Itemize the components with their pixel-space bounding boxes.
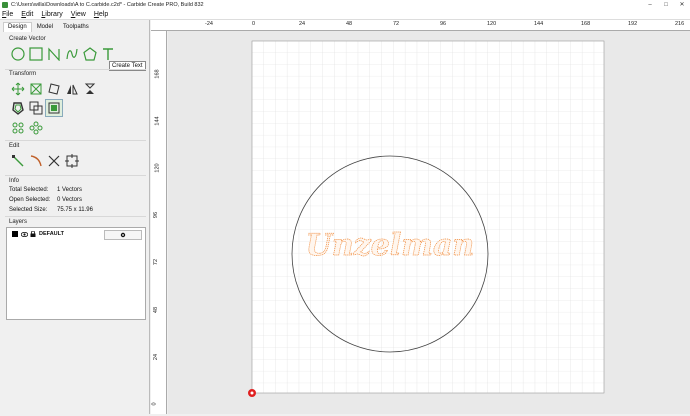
polyline-icon[interactable] [45,45,63,63]
app-logo-icon [2,1,8,8]
selected-size-label: Selected Size: [9,207,48,213]
total-selected-label: Total Selected: [9,187,49,193]
info-panel: Total Selected: 1 Vectors Open Selected:… [9,185,93,215]
grid [251,40,605,394]
ruler-tick-label: 96 [440,21,447,27]
ruler-tick-label: 72 [393,21,400,27]
menu-bar: File Edit Library View Help [0,9,690,20]
ruler-tick-label: 24 [299,21,306,27]
ruler-tick-label: 144 [534,21,544,27]
minimize-icon[interactable]: – [642,0,658,9]
ruler-tick-label: 144 [154,116,161,126]
align-icon[interactable] [45,99,63,117]
ruler-tick-label: 120 [154,163,161,173]
info-row: Open Selected: 0 Vectors [9,195,93,205]
layers-list: DEFAULT [6,227,146,320]
lock-icon[interactable] [30,231,36,237]
offset-icon[interactable] [9,99,27,117]
move-icon[interactable] [9,80,27,98]
ruler-tick-label: 0 [252,21,256,27]
window-title: C:\Users\willa\Downloads\A to C.carbide.… [11,1,204,8]
ruler-tick-label: 120 [487,21,497,27]
ruler-tick-label: -24 [205,21,213,27]
tab-model[interactable]: Model [32,22,58,32]
polygon-icon[interactable] [81,45,99,63]
boolean-icon[interactable] [27,99,45,117]
ruler-tick-label: 72 [153,259,160,266]
info-heading: Info [9,178,20,184]
panel-tabs: Design Model Toolpaths [0,22,149,33]
transform-toolbar-row-1 [9,80,99,98]
ruler-tick-label: 192 [628,21,638,27]
curve-icon[interactable] [63,45,81,63]
flip-icon[interactable] [81,80,99,98]
menu-view[interactable]: View [71,11,86,18]
divider [5,69,146,70]
curve-edit-icon[interactable] [27,152,45,170]
ruler-tick-label: 48 [153,306,160,313]
divider [5,140,146,141]
circle-icon[interactable] [9,45,27,63]
canvas-svg: Unzelman [248,40,605,397]
divider [5,216,146,217]
menu-file[interactable]: File [2,11,13,18]
rotate-icon[interactable] [45,80,63,98]
array-icon[interactable] [9,119,27,137]
menu-help[interactable]: Help [94,11,108,18]
ruler-tick-label: 216 [675,21,685,27]
divider [5,175,146,176]
vertical-ruler: 168 144 120 96 72 48 24 0 [151,31,167,414]
transform-toolbar-row-3 [9,119,45,137]
info-row: Selected Size: 75.75 x 11.96 [9,205,93,215]
layer-color-swatch[interactable] [12,231,18,237]
ruler-tick-label: 168 [581,21,591,27]
selected-size-value: 75.75 x 11.96 [57,207,93,213]
ruler-tick-label: 24 [153,353,160,360]
layer-row[interactable]: DEFAULT [7,228,145,240]
horizontal-ruler: -24 0 24 48 72 96 120 144 168 192 216 [151,20,690,31]
layers-heading: Layers [9,219,28,225]
tab-design[interactable]: Design [3,22,32,32]
maximize-icon[interactable]: □ [658,0,674,9]
tab-toolpaths[interactable]: Toolpaths [58,22,94,32]
mirror-icon[interactable] [63,80,81,98]
origin-marker-center [250,391,254,395]
open-selected-label: Open Selected: [9,197,51,203]
create-vector-heading: Create Vector [9,36,46,42]
pattern-icon[interactable] [27,119,45,137]
design-canvas[interactable]: Unzelman [168,31,690,414]
ruler-tick-label: 48 [346,21,353,27]
title-bar: C:\Users\willa\Downloads\A to C.carbide.… [0,0,690,9]
layer-settings-button[interactable] [104,230,142,240]
trim-icon[interactable] [45,152,63,170]
rectangle-icon[interactable] [27,45,45,63]
eye-icon[interactable] [21,231,28,237]
total-selected-value: 1 Vectors [57,187,83,193]
edit-toolbar [9,152,81,170]
scale-icon[interactable] [27,80,45,98]
window-controls: – □ ✕ [642,0,690,9]
gear-icon [120,232,126,238]
menu-library[interactable]: Library [41,11,62,18]
edit-heading: Edit [9,143,20,149]
create-vector-toolbar [9,45,117,63]
ruler-tick-label: 168 [154,69,161,79]
design-text[interactable]: Unzelman [305,228,475,264]
close-icon[interactable]: ✕ [674,0,690,9]
fit-icon[interactable] [63,152,81,170]
layer-name: DEFAULT [39,231,64,237]
ruler-tick-label: 96 [153,212,160,219]
ruler-tick-label: 0 [151,402,158,406]
transform-heading: Transform [9,71,37,77]
node-edit-icon[interactable] [9,152,27,170]
info-row: Total Selected: 1 Vectors [9,185,93,195]
transform-toolbar-row-2 [9,99,63,117]
menu-edit[interactable]: Edit [21,11,33,18]
open-selected-value: 0 Vectors [57,197,83,203]
